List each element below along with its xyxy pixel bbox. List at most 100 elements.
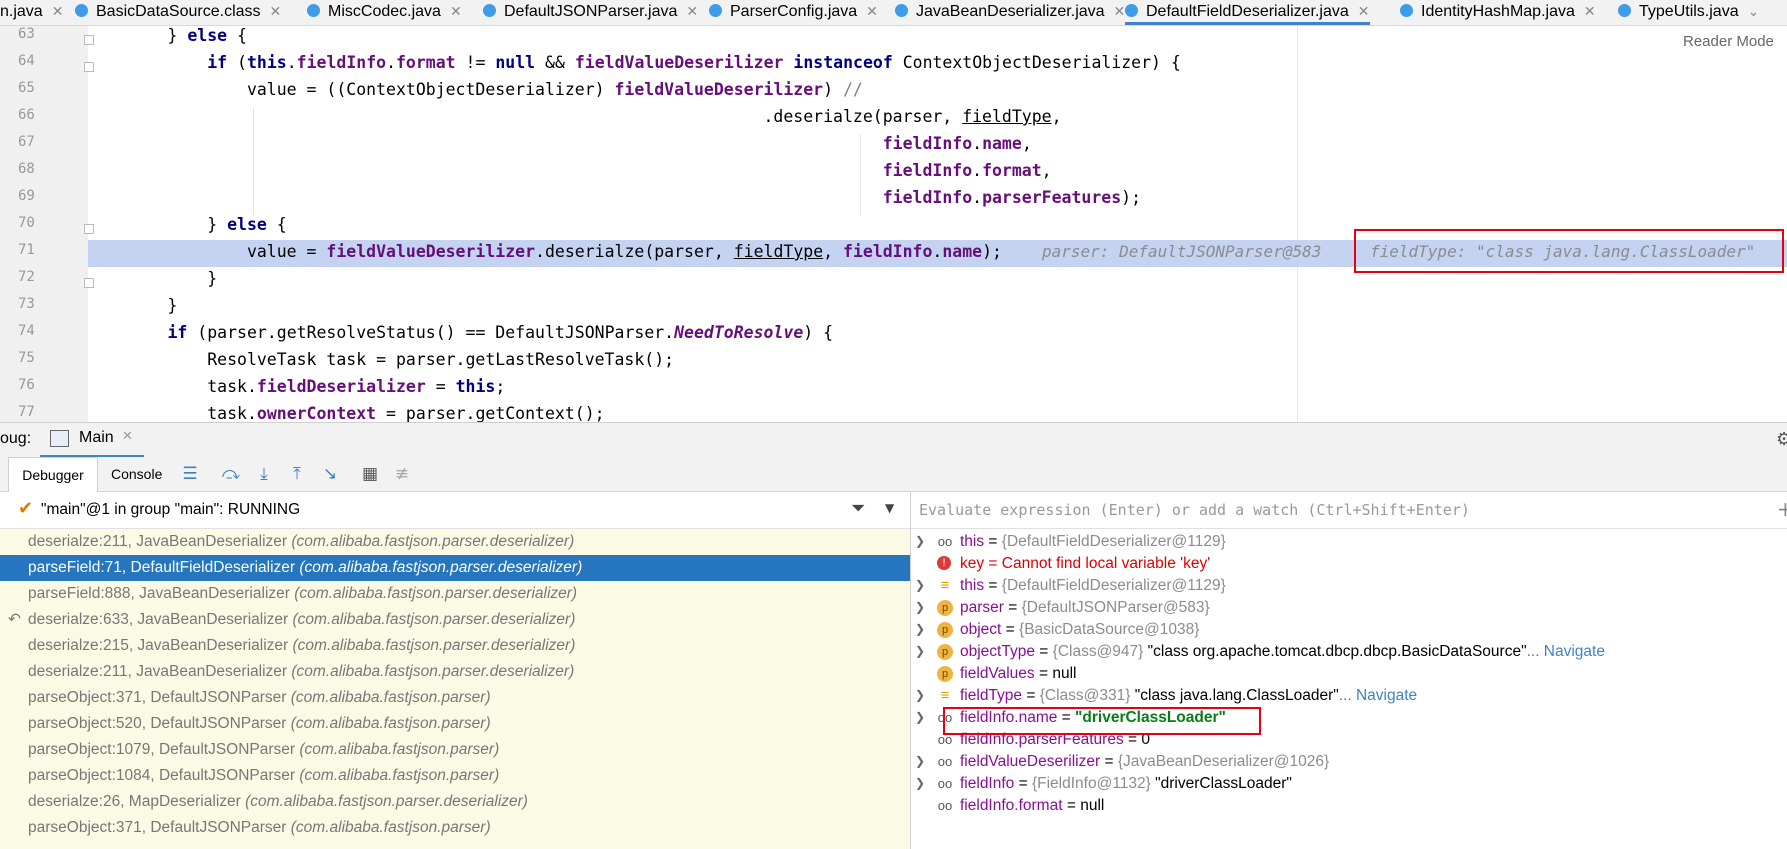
thread-selector[interactable]: ✔ "main"@1 in group "main": RUNNING ⏷ ▼: [0, 492, 910, 529]
var-eq: =: [1100, 753, 1118, 770]
list-item[interactable]: parseObject:1084, DefaultJSONParser (com…: [0, 763, 910, 789]
line-number: 66: [18, 107, 35, 123]
var-name: fieldValueDeserilizer: [960, 753, 1101, 770]
list-item[interactable]: deserialze:215, JavaBeanDeserializer (co…: [0, 633, 910, 659]
var-name: fieldInfo: [960, 775, 1015, 792]
var-type: {DefaultFieldDeserializer@1129}: [1001, 577, 1226, 594]
list-item[interactable]: parseField:888, JavaBeanDeserializer (co…: [0, 581, 910, 607]
tab-n-java[interactable]: n.java ✕: [0, 0, 63, 25]
line-number: 74: [18, 323, 35, 339]
close-icon[interactable]: ✕: [1584, 3, 1596, 19]
step-over-icon[interactable]: ⤼: [221, 465, 241, 483]
close-icon[interactable]: ✕: [866, 3, 878, 19]
list-item[interactable]: deserialze:211, JavaBeanDeserializer (co…: [0, 659, 910, 685]
var-name: objectType: [960, 643, 1035, 660]
code-line-64: if (this.fieldInfo.format != null && fie…: [207, 53, 1181, 72]
var-value: null: [1080, 797, 1105, 814]
var-value: "driverClassLoader": [1150, 775, 1292, 792]
close-icon[interactable]: ✕: [122, 429, 133, 444]
tab-identityhashmap-java[interactable]: IdentityHashMap.java ✕: [1400, 0, 1596, 25]
list-item[interactable]: parseObject:371, DefaultJSONParser (com.…: [0, 815, 910, 841]
var-type: {DefaultFieldDeserializer@1129}: [1001, 533, 1226, 550]
line-number: 67: [18, 134, 35, 150]
navigate-link[interactable]: ... Navigate: [1339, 687, 1417, 704]
var-name: key: [960, 555, 985, 572]
debugger-toolbar: Debugger Console ☰ ⤼ ⤓ ⤒ ↘ ▦ ≢: [0, 457, 1787, 492]
code-editor[interactable]: Reader Mode 63 64 65 66 67 68 69 70 71 7…: [0, 26, 1787, 422]
tab-javabeandeserializer-java[interactable]: JavaBeanDeserializer.java ✕: [895, 0, 1125, 25]
menu-icon[interactable]: ☰: [180, 465, 200, 483]
variable-row[interactable]: oo fieldInfo.format = null: [911, 793, 1787, 818]
class-file-icon: [1125, 4, 1138, 18]
code-line-66: .deserialze(parser, fieldType,: [88, 107, 1062, 126]
editor-tab-bar: n.java ✕ BasicDataSource.class ✕ MiscCodec…: [0, 0, 1787, 26]
run-to-cursor-icon[interactable]: ↘: [320, 465, 340, 483]
close-icon[interactable]: ✕: [52, 3, 64, 19]
line-number: 73: [18, 296, 35, 312]
gear-icon[interactable]: ⚙: [1776, 429, 1787, 450]
tab-console[interactable]: Console: [111, 457, 162, 491]
tab-basicdatasource-class[interactable]: BasicDataSource.class ✕: [75, 0, 281, 25]
code-line-69: fieldInfo.parserFeatures);: [882, 188, 1142, 207]
reader-mode-link[interactable]: Reader Mode: [1683, 33, 1774, 50]
line-number: 65: [18, 80, 35, 96]
frame-method: deserialze:215, JavaBeanDeserializer: [28, 637, 289, 654]
line-number: 77: [18, 404, 35, 420]
var-name: fieldInfo.format: [960, 797, 1063, 814]
step-into-icon[interactable]: ⤓: [254, 465, 274, 483]
tab-defaultfielddeserializer-java[interactable]: DefaultFieldDeserializer.java ✕: [1125, 0, 1370, 25]
code-line-74: if (parser.getResolveStatus() == Default…: [167, 323, 834, 342]
list-item[interactable]: parseObject:1079, DefaultJSONParser (com…: [0, 737, 910, 763]
close-icon[interactable]: ✕: [1114, 3, 1126, 19]
variables-tree: ❯ oo this = {DefaultFieldDeserializer@11…: [911, 529, 1787, 849]
tab-debugger[interactable]: Debugger: [8, 457, 98, 492]
close-icon[interactable]: ✕: [1358, 3, 1370, 19]
evaluate-expression-input[interactable]: Evaluate expression (Enter) or add a wat…: [911, 492, 1787, 529]
line-number: 72: [18, 269, 35, 285]
code-line-75: ResolveTask task = parser.getLastResolve…: [88, 350, 675, 369]
tab-defaultjsonparser-java[interactable]: DefaultJSONParser.java ✕: [483, 0, 698, 25]
tab-label: DefaultJSONParser.java: [504, 3, 678, 20]
list-item-selected[interactable]: parseField:71, DefaultFieldDeserializer …: [0, 555, 910, 581]
frame-method: deserialze:633, JavaBeanDeserializer: [28, 611, 289, 628]
frames-list: deserialze:211, JavaBeanDeserializer (co…: [0, 529, 910, 849]
watch-glasses-icon: oo: [937, 776, 953, 791]
frame-package: (com.alibaba.fastjson.parser): [290, 715, 491, 732]
session-tab-main[interactable]: Main: [79, 429, 114, 447]
class-file-icon: [75, 4, 88, 18]
list-item[interactable]: parseObject:520, DefaultJSONParser (com.…: [0, 711, 910, 737]
chevron-down-icon[interactable]: ▼: [885, 501, 894, 515]
var-eq: =: [1022, 687, 1040, 704]
tab-parserconfig-java[interactable]: ParserConfig.java ✕: [709, 0, 878, 25]
var-name: fieldType: [960, 687, 1023, 704]
add-watch-icon[interactable]: +: [1777, 497, 1787, 521]
close-icon[interactable]: ✕: [270, 3, 282, 19]
line-number: 68: [18, 161, 35, 177]
var-name: object: [960, 621, 1002, 638]
close-icon[interactable]: ✕: [450, 3, 462, 19]
class-file-icon: [307, 4, 320, 18]
filter-icon[interactable]: ⏷: [851, 498, 865, 519]
parameter-icon: p: [937, 600, 953, 616]
list-item[interactable]: deserialze:26, MapDeserializer (com.alib…: [0, 789, 910, 815]
step-out-icon[interactable]: ⤒: [287, 465, 307, 483]
frame-package: (com.alibaba.fastjson.parser.deserialize…: [299, 559, 583, 576]
class-file-icon: [895, 4, 908, 18]
list-item[interactable]: ↶ deserialze:633, JavaBeanDeserializer (c…: [0, 607, 910, 633]
run-config-icon: [50, 430, 69, 447]
tab-misccodec-java[interactable]: MiscCodec.java ✕: [307, 0, 462, 25]
frame-method: parseField:888, JavaBeanDeserializer: [28, 585, 290, 602]
close-icon[interactable]: ⌄: [1748, 3, 1760, 19]
navigate-link[interactable]: ... Navigate: [1527, 643, 1605, 660]
evaluate-expression-icon[interactable]: ▦: [360, 465, 380, 483]
close-icon[interactable]: ✕: [686, 3, 698, 19]
list-item[interactable]: deserialze:211, JavaBeanDeserializer (co…: [0, 529, 910, 555]
class-file-icon: [709, 4, 722, 18]
list-item[interactable]: parseObject:371, DefaultJSONParser (com.…: [0, 685, 910, 711]
frame-package: (com.alibaba.fastjson.parser.deserialize…: [294, 585, 578, 602]
code-line-71: value = fieldValueDeserilizer.deserialze…: [88, 242, 1002, 261]
trace-icon[interactable]: ≢: [392, 465, 412, 483]
code-line-65: value = ((ContextObjectDeserializer) fie…: [88, 80, 863, 99]
tab-typeutils-java[interactable]: TypeUtils.java ⌄: [1618, 0, 1759, 25]
var-type: {FieldInfo@1132}: [1031, 775, 1151, 792]
